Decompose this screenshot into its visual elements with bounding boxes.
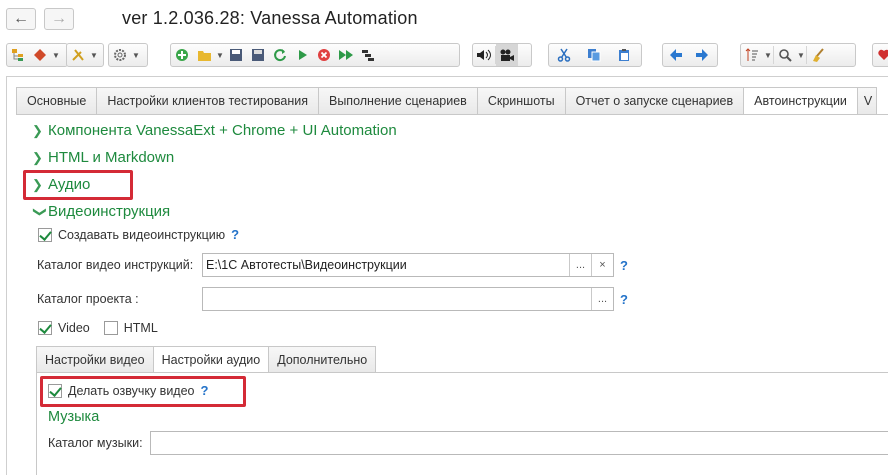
subtab-additional[interactable]: Дополнительно	[268, 346, 377, 373]
open-folder-icon[interactable]	[193, 44, 215, 66]
catalog-label: Каталог видео инструкций:	[37, 258, 194, 272]
ellipsis-icon: ...	[575, 259, 586, 271]
group-title: HTML и Markdown	[48, 149, 175, 166]
video-camera-icon[interactable]	[496, 44, 518, 66]
chevron-down-icon[interactable]: ▼	[796, 51, 806, 60]
save-as-icon[interactable]	[247, 44, 269, 66]
add-icon[interactable]	[171, 44, 193, 66]
tools-icon[interactable]	[67, 44, 89, 66]
tab-run-report[interactable]: Отчет о запуске сценариев	[564, 87, 744, 115]
ellipsis-icon: ...	[597, 293, 608, 305]
toolbar-group-extra	[872, 43, 888, 67]
refresh-icon[interactable]	[269, 44, 291, 66]
toolbar-group-search: ▼ ▼	[740, 43, 856, 67]
music-catalog-field[interactable]	[150, 431, 888, 455]
heart-icon[interactable]	[873, 44, 888, 66]
copy-icon[interactable]	[579, 44, 609, 66]
chevron-down-icon: ❯	[33, 206, 48, 217]
speaker-icon[interactable]	[473, 44, 495, 66]
group-title: Видеоинструкция	[48, 203, 171, 220]
help-icon[interactable]: ?	[614, 292, 628, 307]
stop-icon[interactable]	[313, 44, 335, 66]
video-format-checkbox[interactable]	[38, 321, 52, 335]
tab-basic[interactable]: Основные	[16, 87, 97, 115]
tab-scenario-execution[interactable]: Выполнение сценариев	[317, 87, 477, 115]
settings-tabs: Основные Настройки клиентов тестирования…	[16, 87, 878, 115]
save-icon[interactable]	[225, 44, 247, 66]
chevron-down-icon[interactable]: ▼	[763, 51, 773, 60]
create-video-row: Создавать видеоинструкцию ?	[38, 227, 239, 242]
tab-screenshots[interactable]: Скриншоты	[476, 87, 565, 115]
chevron-down-icon[interactable]: ▼	[51, 51, 61, 60]
choose-button[interactable]: ...	[569, 254, 591, 276]
tab-autoinstructions[interactable]: Автоинструкции	[743, 87, 857, 115]
gear-icon[interactable]	[109, 44, 131, 66]
arrow-right-icon: →	[51, 10, 67, 27]
chevron-right-icon: ❯	[32, 149, 43, 165]
title-bar: ← → ver 1.2.036.28: Vanessa Automation	[0, 0, 888, 38]
toolbar-group-arrows	[662, 43, 718, 67]
html-format-label: HTML	[123, 321, 158, 335]
toolbar-group-media	[472, 43, 532, 67]
search-icon[interactable]	[774, 44, 796, 66]
chevron-down-icon[interactable]: ▼	[215, 51, 225, 60]
music-catalog-label: Каталог музыки:	[48, 436, 143, 450]
forward-button[interactable]: →	[44, 8, 74, 30]
create-video-checkbox[interactable]	[38, 227, 52, 242]
project-catalog-field[interactable]: ...	[202, 287, 614, 311]
close-icon: ×	[599, 259, 606, 271]
tab-test-clients[interactable]: Настройки клиентов тестирования	[96, 87, 318, 115]
toolbar: ▼ ▼ ▼ ▼ ▼ ▼	[0, 38, 888, 70]
fast-forward-icon[interactable]	[335, 44, 357, 66]
group-html-markdown[interactable]: ❯ HTML и Markdown	[32, 149, 174, 166]
music-header: Музыка	[48, 409, 100, 425]
video-catalog-value: E:\1С Автотесты\Видеоинструкции	[206, 258, 407, 272]
group-vanessaext[interactable]: ❯ Компонента VanessaExt + Chrome + UI Au…	[32, 122, 397, 139]
subtabs-divider	[36, 372, 888, 373]
toolbar-group-main: ▼	[170, 43, 460, 67]
bug-icon[interactable]	[29, 44, 51, 66]
video-subtabs: Настройки видео Настройки аудио Дополнит…	[36, 346, 377, 373]
video-catalog-field[interactable]: E:\1С Автотесты\Видеоинструкции ... ×	[202, 253, 614, 277]
subtabs-border	[36, 372, 37, 475]
back-button[interactable]: ←	[6, 8, 36, 30]
tab-overflow[interactable]: V	[856, 87, 878, 115]
toolbar-group-settings: ▼	[108, 43, 148, 67]
chevron-down-icon[interactable]: ▼	[131, 51, 141, 60]
group-title: Компонента VanessaExt + Chrome + UI Auto…	[48, 122, 397, 139]
create-video-label: Создавать видеоинструкцию	[58, 227, 226, 242]
toolbar-group-clipboard	[548, 43, 642, 67]
scissors-icon[interactable]	[549, 44, 579, 66]
help-icon[interactable]: ?	[614, 258, 628, 273]
toolbar-group-tree: ▼	[6, 43, 68, 67]
tree-icon[interactable]	[7, 44, 29, 66]
paste-icon[interactable]	[609, 44, 639, 66]
audio-highlight-box	[23, 170, 133, 200]
arrow-left-icon[interactable]	[663, 44, 689, 66]
subtab-audio-settings[interactable]: Настройки аудио	[152, 346, 269, 373]
play-icon[interactable]	[291, 44, 313, 66]
html-format-checkbox[interactable]	[103, 321, 118, 335]
subtab-video-settings[interactable]: Настройки видео	[36, 346, 153, 373]
window-title: ver 1.2.036.28: Vanessa Automation	[122, 8, 418, 28]
clear-button[interactable]: ×	[591, 254, 613, 276]
chevron-down-icon[interactable]: ▼	[89, 51, 99, 60]
toolbar-group-tools: ▼	[66, 43, 104, 67]
format-row: Video HTML	[38, 321, 158, 335]
sort-icon[interactable]	[741, 44, 763, 66]
steps-icon[interactable]	[357, 44, 379, 66]
voiceover-highlight-box	[40, 376, 246, 407]
arrow-left-icon: ←	[13, 10, 29, 27]
tabs-divider	[16, 114, 888, 115]
choose-button[interactable]: ...	[591, 288, 613, 310]
video-format-label: Video	[58, 321, 90, 335]
project-label: Каталог проекта :	[37, 292, 139, 306]
clear-broom-icon[interactable]	[807, 44, 829, 66]
help-icon[interactable]: ?	[231, 227, 239, 242]
arrow-right-icon[interactable]	[689, 44, 715, 66]
group-video-instruction[interactable]: ❯ Видеоинструкция	[32, 203, 170, 220]
chevron-right-icon: ❯	[32, 122, 43, 138]
